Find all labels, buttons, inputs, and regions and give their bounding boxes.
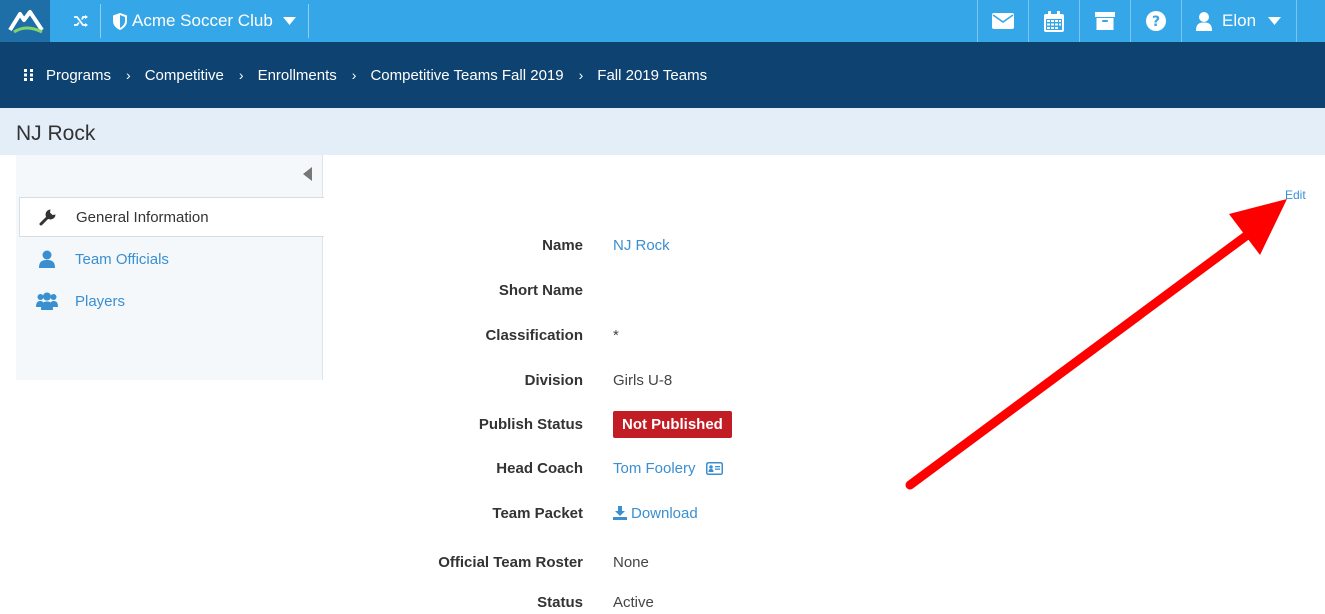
- mail-icon: [992, 13, 1014, 29]
- sidebar-item-label: Team Officials: [75, 250, 169, 268]
- user-menu[interactable]: Elon: [1181, 0, 1297, 42]
- caret-down-icon: [1268, 17, 1282, 25]
- svg-text:?: ?: [1152, 14, 1160, 30]
- head-coach-name: Tom Foolery: [613, 459, 696, 477]
- field-value: Girls U-8: [613, 371, 673, 389]
- field-name: Name NJ Rock: [340, 233, 1240, 257]
- download-link[interactable]: Download: [613, 505, 698, 522]
- sidebar-item-label: Players: [75, 292, 126, 310]
- calendar-icon: [1044, 10, 1064, 32]
- field-label: Name: [542, 236, 583, 254]
- help-icon: ?: [1146, 11, 1166, 31]
- sidebar-item-general-information[interactable]: General Information: [19, 197, 324, 237]
- caret-down-icon: [282, 17, 296, 25]
- app-logo[interactable]: [0, 0, 50, 42]
- field-label: Publish Status: [478, 415, 583, 433]
- breadcrumb: Programs › Competitive › Enrollments › C…: [0, 42, 1325, 108]
- sidebar-item-players[interactable]: Players: [19, 281, 323, 321]
- chevron-right-icon: ›: [351, 67, 357, 83]
- switch-club-button[interactable]: [62, 0, 100, 42]
- sidebar: General Information Team Officials Playe…: [16, 155, 324, 380]
- user-name: Elon: [1222, 11, 1257, 30]
- field-classification: Classification *: [340, 323, 1240, 347]
- wrench-icon: [20, 208, 76, 226]
- divider: [100, 4, 101, 38]
- user-icon: [19, 250, 75, 268]
- breadcrumb-programs[interactable]: Programs: [46, 67, 111, 84]
- chevron-right-icon: ›: [238, 67, 244, 83]
- archive-icon: [1095, 12, 1115, 30]
- status-badge: Not Published: [613, 410, 732, 438]
- field-status: Status Active: [340, 590, 1240, 614]
- breadcrumb-enrollments[interactable]: Enrollments: [258, 67, 337, 84]
- divider: [308, 4, 309, 38]
- chevron-right-icon: ›: [578, 67, 584, 83]
- breadcrumb-competitive[interactable]: Competitive: [145, 67, 224, 84]
- archive-button[interactable]: [1079, 0, 1130, 42]
- field-value: Not Published: [613, 410, 732, 438]
- club-name: Acme Soccer Club: [132, 11, 273, 30]
- messages-button[interactable]: [977, 0, 1028, 42]
- top-navigation-bar: Acme Soccer Club ? Elon: [0, 0, 1325, 42]
- field-short-name: Short Name: [340, 278, 1240, 302]
- field-division: Division Girls U-8: [340, 368, 1240, 392]
- calendar-button[interactable]: [1028, 0, 1079, 42]
- field-label: Classification: [485, 326, 583, 344]
- page-title: NJ Rock: [16, 122, 96, 145]
- field-label: Short Name: [498, 281, 583, 299]
- breadcrumb-competitive-teams-fall-2019[interactable]: Competitive Teams Fall 2019: [370, 67, 563, 84]
- logo-icon: [8, 10, 44, 34]
- team-name-link[interactable]: NJ Rock: [613, 237, 670, 254]
- shield-icon: [113, 12, 127, 30]
- sidebar-item-label: General Information: [76, 208, 209, 226]
- download-icon: [613, 506, 627, 520]
- help-button[interactable]: ?: [1130, 0, 1181, 42]
- field-label: Team Packet: [492, 504, 583, 522]
- contact-card-icon[interactable]: [705, 461, 723, 475]
- field-label: Division: [524, 371, 583, 389]
- shuffle-icon: [74, 15, 88, 27]
- field-head-coach: Head Coach Tom Foolery: [340, 456, 1240, 480]
- field-publish-status: Publish Status Not Published: [340, 410, 1240, 438]
- users-icon: [19, 292, 75, 310]
- club-selector[interactable]: Acme Soccer Club: [112, 0, 296, 42]
- field-value: *: [613, 326, 619, 344]
- field-official-team-roster: Official Team Roster None: [340, 550, 1240, 574]
- edit-link[interactable]: Edit: [1285, 188, 1306, 202]
- breadcrumb-fall-2019-teams[interactable]: Fall 2019 Teams: [597, 67, 707, 84]
- field-value: Active: [613, 593, 654, 611]
- grip-icon[interactable]: [24, 69, 34, 81]
- chevron-right-icon: ›: [126, 67, 131, 83]
- head-coach-link[interactable]: Tom Foolery: [613, 460, 723, 477]
- sidebar-item-team-officials[interactable]: Team Officials: [19, 239, 323, 279]
- collapse-sidebar-icon[interactable]: [303, 167, 312, 181]
- user-icon: [1196, 11, 1212, 31]
- download-label: Download: [631, 504, 698, 522]
- page-header: NJ Rock: [0, 108, 1325, 155]
- field-label: Status: [537, 593, 583, 611]
- field-value: None: [613, 553, 649, 571]
- field-label: Official Team Roster: [438, 553, 583, 571]
- field-team-packet: Team Packet Download: [340, 501, 1240, 525]
- field-label: Head Coach: [496, 459, 583, 477]
